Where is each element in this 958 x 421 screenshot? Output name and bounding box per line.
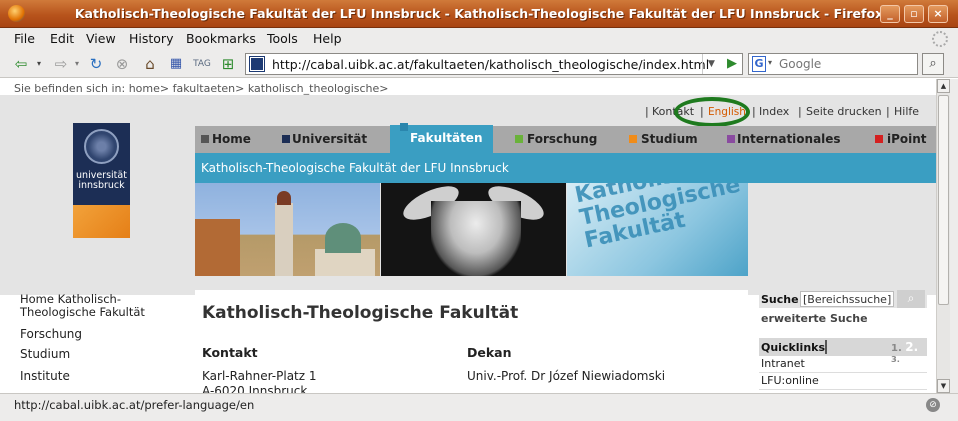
logo-text-line2: innsbruck [78,180,125,191]
utility-link-print[interactable]: Seite drucken [806,105,882,118]
window-titlebar: Katholisch-Theologische Fakultät der LFU… [0,0,958,28]
search-magnifier-icon[interactable]: ⌕ [922,53,944,75]
url-text[interactable]: http://cabal.uibk.ac.at/fakultaeten/kath… [272,57,709,72]
vertical-scrollbar[interactable]: ▲ ▼ [936,79,950,393]
nav-international[interactable]: Internationales [737,132,841,146]
left-nav-studies-label: Studium [20,347,71,361]
throbber-icon [932,31,948,47]
tag-icon[interactable]: TAG [192,54,212,74]
quicklinks-tab-2[interactable]: 2. [905,340,918,354]
nav-international-marker [727,135,735,143]
security-status-icon[interactable]: ⊘ [926,398,940,412]
reload-icon[interactable]: ↻ [86,54,106,74]
nav-home[interactable]: Home [212,132,251,146]
nav-ipoint-marker [875,135,883,143]
menu-file[interactable]: File [14,31,35,46]
nav-ipoint[interactable]: iPoint [887,132,927,146]
navigation-toolbar: ⇦ ▾ ⇨ ▾ ↻ ⊗ ⌂ ▦ TAG ⊞ http://cabal.uibk.… [0,50,958,78]
site-favicon-icon [249,56,265,72]
forward-arrow-icon[interactable]: ⇨ [50,54,72,74]
quicklinks-tab-1[interactable]: 1. [891,343,902,354]
scroll-down-icon[interactable]: ▼ [937,379,950,393]
utility-link-index[interactable]: Index [759,105,789,118]
faculty-title: Katholisch-Theologische Fakultät der LFU… [201,161,509,175]
scroll-up-icon[interactable]: ▲ [937,79,950,93]
menu-view[interactable]: View [86,31,116,46]
nav-research-marker [515,135,523,143]
banner-photo-city [195,183,380,276]
contact-heading: Kontakt [202,345,258,360]
menu-bar: File Edit View History Bookmarks Tools H… [0,28,958,50]
web-search-input[interactable] [779,56,913,72]
contact-street: Karl-Rahner-Platz 1 [202,369,317,383]
page-title: Katholisch-Theologische Fakultät [202,303,519,323]
url-bar[interactable]: http://cabal.uibk.ac.at/fakultaeten/kath… [245,53,743,75]
home-icon[interactable]: ⌂ [140,54,160,74]
dean-heading: Dekan [467,345,512,360]
back-history-dropdown[interactable]: ▾ [34,54,44,74]
nav-studies-marker [629,135,637,143]
bookmark-page-icon[interactable]: ▦ [166,54,186,74]
add-icon[interactable]: ⊞ [218,54,238,74]
maximize-button[interactable]: ▫ [904,5,924,23]
left-nav-studies[interactable]: Studium [20,347,70,361]
breadcrumb: Sie befinden sich in: home> fakultaeten>… [14,82,389,95]
google-engine-icon[interactable]: G [752,56,766,72]
university-logo[interactable]: universität innsbruck [73,123,130,238]
status-bar: http://cabal.uibk.ac.at/prefer-language/… [0,393,958,421]
window-title: Katholisch-Theologische Fakultät der LFU… [74,6,884,21]
nav-faculties-label: Fakultäten [410,131,483,145]
forward-history-dropdown[interactable]: ▾ [72,54,82,74]
search-bar[interactable]: G ▾ [748,53,918,75]
contact-city: A-6020 Innsbruck [202,384,308,393]
banner-faculty-graphic: Katholisch- Theologische Fakultät [567,183,748,276]
quicklink-intranet[interactable]: Intranet [759,357,927,373]
quicklink-lfu-online[interactable]: LFU:online [759,374,927,390]
university-seal-icon [84,129,119,164]
left-nav-institutes[interactable]: Institute [20,369,70,383]
site-search-input[interactable] [800,291,894,307]
magnifier-icon[interactable]: ⌕ [897,290,925,308]
menu-edit[interactable]: Edit [50,31,74,46]
nav-faculties-active[interactable]: Fakultäten [390,123,493,153]
engine-dropdown-icon[interactable]: ▾ [768,58,772,67]
left-nav-research[interactable]: Forschung [20,327,82,341]
close-button[interactable]: × [928,5,948,23]
quicklinks-label: Quicklinks [761,341,826,354]
url-dropdown-icon[interactable]: ▼ [702,54,720,74]
nav-university[interactable]: Universität [292,132,367,146]
nav-university-marker [282,135,290,143]
nav-home-marker [201,135,209,143]
left-nav-home-label: Home Katholisch-Theologische Fakultät [20,292,145,319]
left-nav-institutes-label: Institute [20,369,70,383]
site-search-box: Suche ⌕ [759,290,927,308]
status-text: http://cabal.uibk.ac.at/prefer-language/… [14,398,255,412]
back-arrow-icon[interactable]: ⇦ [10,54,32,74]
stop-icon[interactable]: ⊗ [112,54,132,74]
go-arrow-icon[interactable]: ▶ [724,56,740,72]
quicklinks-header: Quicklinks 1. 2. 3. [759,338,927,364]
scrollbar-thumb[interactable] [938,95,949,305]
banner-photo-angel [381,183,566,276]
left-nav-home[interactable]: Home Katholisch-Theologische Fakultät [20,293,195,319]
nav-research[interactable]: Forschung [527,132,597,146]
dean-name: Univ.-Prof. Dr Józef Niewiadomski [467,369,666,383]
utility-link-help[interactable]: Hilfe [894,105,919,118]
menu-tools[interactable]: Tools [267,31,298,46]
highlight-ellipse [674,97,750,127]
menu-help[interactable]: Help [313,31,342,46]
faculty-title-bar: Katholisch-Theologische Fakultät der LFU… [195,153,936,183]
menu-bookmarks[interactable]: Bookmarks [186,31,256,46]
left-nav-research-label: Forschung [20,327,83,341]
site-search-label: Suche [761,293,799,306]
page-viewport: Sie befinden sich in: home> fakultaeten>… [0,79,936,393]
nav-studies[interactable]: Studium [641,132,698,146]
extended-search-link[interactable]: erweiterte Suche [761,312,868,325]
menu-history[interactable]: History [129,31,173,46]
minimize-button[interactable]: _ [880,5,900,23]
